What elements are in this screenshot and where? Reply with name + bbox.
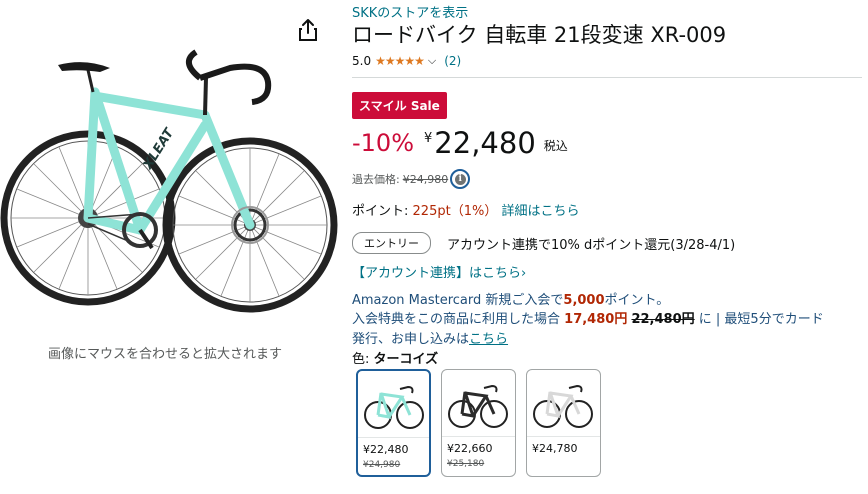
sale-badge: スマイル Sale [352, 92, 447, 119]
entry-row: エントリー アカウント連携で10% dポイント還元(3/28-4/1) [352, 232, 735, 254]
discount-percent: -10% [352, 129, 415, 157]
rating-row: 5.0 ★★★★★ ⌵ (2) [352, 54, 461, 68]
swatch-white[interactable]: ¥24,780 [526, 369, 601, 477]
card-offer-points: 5,000 [563, 293, 605, 308]
card-offer-line3-prefix: 発行、お申し込みは [352, 332, 470, 347]
card-offer-suffix: ポイント。 [604, 293, 670, 308]
saddle [58, 62, 110, 72]
past-price-row: 過去価格: ¥24,980 i [352, 169, 471, 189]
points-value: 225pt（1%） [412, 204, 498, 219]
color-swatches: ¥22,480 ¥24,980 ¥22,660 ¥25,180 ¥24,780 [356, 369, 601, 477]
product-title: ロードバイク 自転車 21段変速 XR-009 [352, 23, 727, 47]
swatch-price: ¥24,780 [532, 442, 578, 455]
swatch-bike-image [533, 384, 593, 428]
entry-button[interactable]: エントリー [352, 232, 431, 254]
card-offer-line3: 発行、お申し込みはこちら [352, 328, 508, 347]
zoom-hint: 画像にマウスを合わせると拡大されます [47, 347, 282, 362]
card-offer-prefix: Amazon Mastercard 新規ご入会で [352, 293, 564, 308]
frame-decal: XLEAT [140, 125, 178, 173]
color-label: 色: [352, 352, 370, 367]
color-label-row: 色: ターコイズ [352, 348, 438, 367]
price-row: -10% ¥ 22,480 税込 [352, 125, 568, 161]
points-row: ポイント: 225pt（1%） 詳細はこちら [352, 200, 579, 219]
tax-label: 税込 [543, 139, 568, 153]
rating-value: 5.0 [352, 54, 372, 68]
chevron-down-icon[interactable]: ⌵ [428, 54, 436, 68]
swatch-turquoise[interactable]: ¥22,480 ¥24,980 [356, 369, 431, 477]
past-price-label: 過去価格: [352, 173, 400, 186]
divider [352, 77, 862, 78]
currency-symbol: ¥ [424, 131, 433, 146]
info-icon[interactable]: i [450, 169, 471, 189]
star-rating-icon[interactable]: ★★★★★ [375, 54, 425, 68]
past-price: ¥24,980 [402, 172, 449, 186]
card-apply-link[interactable]: こちら [469, 332, 508, 347]
card-offer-line2-suffix: に | 最短5分でカード [698, 312, 824, 327]
review-count-link[interactable]: (2) [444, 54, 461, 68]
card-offer-line1: Amazon Mastercard 新規ご入会で5,000ポイント。 [352, 289, 669, 308]
swatch-bike-image [448, 384, 508, 428]
current-price: 22,480 [434, 126, 536, 160]
handlebar [199, 63, 272, 105]
entry-promo-text: アカウント連携で10% dポイント還元(3/28-4/1) [447, 237, 736, 253]
points-details-link[interactable]: 詳細はこちら [501, 204, 579, 219]
swatch-old-price: ¥25,180 [447, 459, 485, 469]
selected-color: ターコイズ [373, 352, 439, 367]
card-offer-line2-prefix: 入会特典をこの商品に利用した場合 [352, 312, 561, 327]
card-offer-new-price: 17,480円 [564, 312, 628, 327]
swatch-bike-image [364, 385, 424, 429]
card-offer-line2: 入会特典をこの商品に利用した場合 17,480円 22,480円 に | 最短5… [352, 308, 824, 327]
points-label: ポイント: [352, 204, 409, 219]
swatch-price: ¥22,480 [363, 443, 409, 456]
swatch-black[interactable]: ¥22,660 ¥25,180 [441, 369, 516, 477]
product-main-image[interactable]: XLEAT [0, 20, 345, 320]
image-panel: XLEAT 画像にマウスを合わせると拡大されます [0, 0, 345, 494]
card-offer-old-price: 22,480円 [631, 312, 695, 327]
swatch-price: ¥22,660 [447, 442, 493, 455]
swatch-old-price: ¥24,980 [363, 460, 401, 470]
account-link[interactable]: 【アカウント連携】はこちら› [352, 262, 526, 281]
